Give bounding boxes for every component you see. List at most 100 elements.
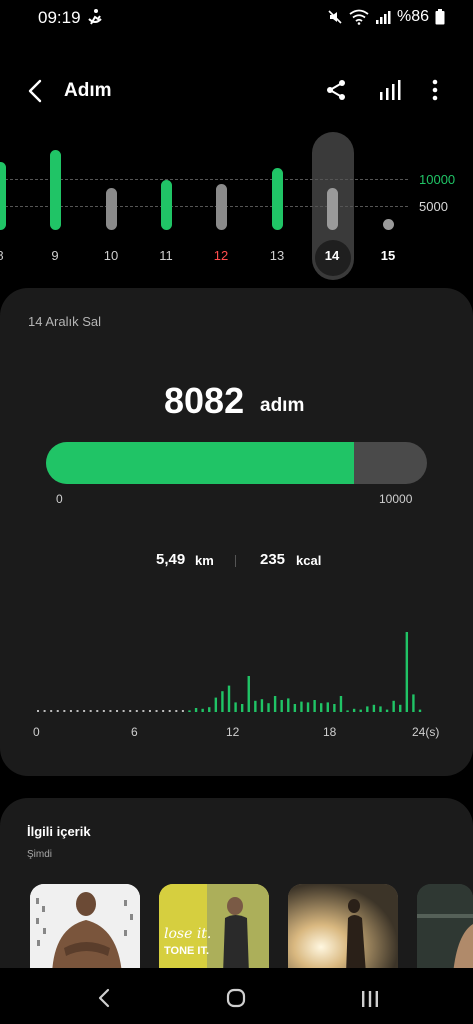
day-label-12[interactable]: 12 <box>206 248 236 263</box>
hourly-bar <box>359 709 362 712</box>
hourly-dot <box>43 710 46 712</box>
hourly-bar <box>385 709 389 712</box>
related-thumbnail-4[interactable] <box>417 884 473 974</box>
day-bar-10[interactable] <box>105 188 117 230</box>
day-label-14[interactable]: 14 <box>317 248 347 263</box>
hour-axis-label: 18 <box>323 725 337 739</box>
gym-image <box>417 884 473 974</box>
hourly-bar <box>287 698 290 712</box>
more-options-icon[interactable] <box>424 78 446 102</box>
hourly-bar <box>306 702 310 712</box>
hourly-bar <box>366 706 369 712</box>
hourly-dot <box>76 710 79 712</box>
thumb-text-2: TONE IT. <box>164 945 210 957</box>
hourly-bar <box>221 691 224 712</box>
hourly-dot <box>129 710 132 712</box>
hourly-bar <box>247 676 250 712</box>
goal-progress-fill <box>46 442 354 484</box>
related-content-title: İlgili içerik <box>27 824 91 839</box>
related-thumbnail-3[interactable] <box>288 884 398 974</box>
hourly-bar <box>300 701 303 712</box>
daily-steps-chart[interactable]: 10000 5000 8 9 10 11 12 13 14 15 <box>0 120 473 290</box>
hourly-bar <box>234 702 237 712</box>
hourly-bar <box>405 632 409 712</box>
hourly-dot <box>155 710 158 712</box>
day-bar-8[interactable] <box>0 162 6 230</box>
day-bar-11[interactable] <box>160 180 172 230</box>
day-label-13[interactable]: 13 <box>262 248 292 263</box>
hour-axis-label: 0 <box>33 725 40 739</box>
progress-max-label: 10000 <box>379 492 413 506</box>
hourly-bar <box>208 707 211 712</box>
hourly-dot <box>63 710 66 712</box>
hourly-dot <box>162 710 165 712</box>
goal-progress-bar <box>46 442 427 484</box>
related-thumbnail-1[interactable] <box>30 884 140 974</box>
runner-sunset-image <box>288 884 398 974</box>
hourly-dot <box>142 710 145 712</box>
steps-count: 8082 <box>164 380 245 421</box>
hourly-dot <box>135 710 138 712</box>
distance-unit: km <box>195 553 214 568</box>
hourly-dot <box>122 710 125 712</box>
related-content-subtitle: Şimdi <box>27 849 53 860</box>
day-label-8[interactable]: 8 <box>0 248 15 263</box>
hour-axis-label: 24(s) <box>412 725 439 739</box>
hourly-bar <box>260 699 264 712</box>
day-bar-15[interactable] <box>382 219 394 230</box>
share-icon[interactable] <box>324 78 348 102</box>
battery-icon <box>435 9 445 25</box>
fitness-man-image <box>30 884 140 974</box>
half-goal-label: 5000 <box>419 199 448 214</box>
nav-back-icon[interactable] <box>96 988 112 1008</box>
hourly-bar <box>280 700 283 712</box>
day-bar-14[interactable] <box>326 188 338 230</box>
status-right: %86 <box>327 8 445 26</box>
hourly-bar <box>240 704 244 712</box>
hourly-bar <box>194 708 198 712</box>
hourly-dot <box>181 710 184 712</box>
distance-value: 5,49 <box>156 551 186 568</box>
nav-recent-apps-icon[interactable] <box>360 990 380 1008</box>
calories-value: 235 <box>260 551 286 568</box>
hourly-bar <box>273 696 277 712</box>
hourly-bar <box>326 702 329 712</box>
wifi-icon <box>349 9 369 25</box>
bar-chart-icon[interactable] <box>378 78 402 102</box>
hourly-bar <box>188 710 191 712</box>
hourly-steps-chart: 0 6 12 18 24(s) <box>30 600 450 750</box>
hourly-bar <box>201 708 204 712</box>
day-label-9[interactable]: 9 <box>40 248 70 263</box>
day-label-15[interactable]: 15 <box>373 248 403 263</box>
day-label-10[interactable]: 10 <box>96 248 126 263</box>
back-arrow-icon[interactable] <box>22 76 50 106</box>
status-time: 09:19 <box>38 8 81 27</box>
hourly-bar <box>392 700 395 712</box>
progress-min-label: 0 <box>56 492 63 506</box>
hourly-dot <box>69 710 72 712</box>
hourly-bar <box>412 694 415 712</box>
hour-axis-label: 6 <box>131 725 138 739</box>
hourly-bar <box>333 704 336 712</box>
hourly-bar <box>379 706 382 712</box>
hourly-bar <box>346 710 349 712</box>
thumb-text-1: lose it. <box>164 926 212 942</box>
day-label-11[interactable]: 11 <box>151 248 181 263</box>
hourly-bar <box>254 700 257 712</box>
selected-date: 14 Aralık Sal <box>28 314 101 329</box>
hourly-dot <box>102 710 105 712</box>
day-bar-13[interactable] <box>271 167 283 230</box>
activity-icon <box>88 9 102 25</box>
hourly-dot <box>56 710 59 712</box>
hourly-bar <box>352 708 356 712</box>
hourly-dot <box>148 710 151 712</box>
hourly-bar <box>214 697 218 712</box>
nav-home-icon[interactable] <box>226 988 246 1008</box>
day-bar-12[interactable] <box>215 183 227 230</box>
stat-divider <box>235 555 236 567</box>
hourly-bar <box>339 696 343 712</box>
hourly-dot <box>37 710 39 712</box>
half-gridline <box>0 206 408 207</box>
hourly-bar <box>320 703 323 712</box>
day-bar-9[interactable] <box>49 150 61 230</box>
